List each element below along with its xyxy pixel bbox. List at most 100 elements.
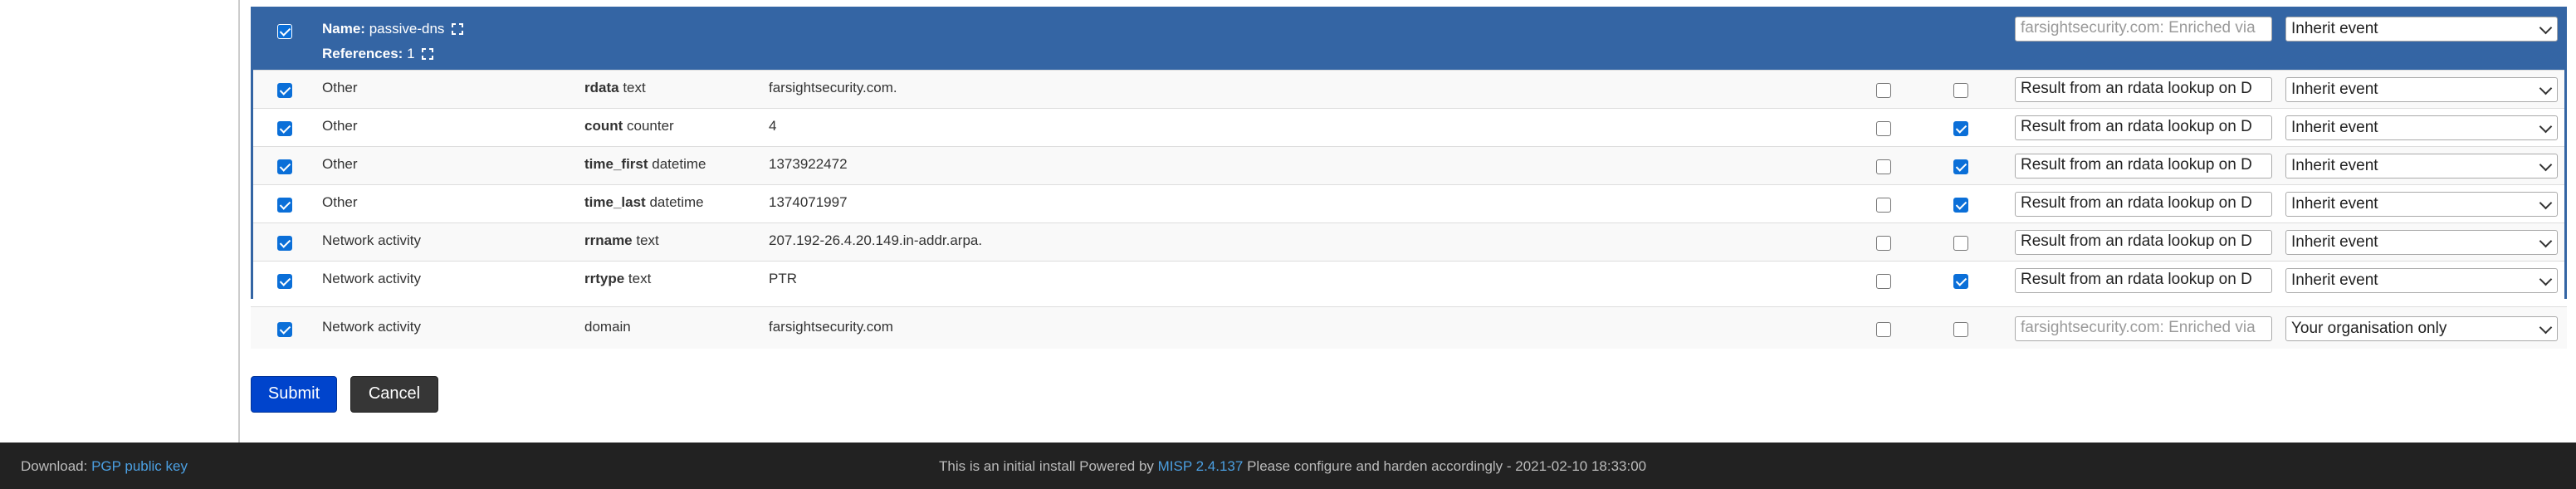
distribution-value: Your organisation only (2291, 320, 2447, 337)
distribution-select[interactable]: Inherit event (2285, 230, 2558, 255)
relation-name: time_last (584, 194, 646, 210)
footer-download: Download: PGP public key (21, 458, 188, 475)
object-select-checkbox[interactable] (277, 24, 292, 39)
comment-input[interactable]: Result from an rdata lookup on D (2015, 192, 2272, 217)
chevron-down-icon (2539, 21, 2553, 35)
distribution-value: Inherit event (2291, 271, 2378, 289)
comment-input[interactable]: Result from an rdata lookup on D (2015, 268, 2272, 293)
attribute-row: Other count counter 4 Result from an rda… (253, 108, 2564, 146)
ids-checkbox[interactable] (1876, 322, 1891, 337)
row-select-checkbox[interactable] (277, 198, 292, 213)
attribute-row: Other time_first datetime 1373922472 Res… (253, 146, 2564, 184)
distribution-value: Inherit event (2291, 233, 2378, 251)
relation-name: count (584, 118, 623, 134)
disable-correlation-checkbox[interactable] (1953, 198, 1968, 213)
relation-name: rrname (584, 232, 633, 248)
attribute-value: 4 (769, 118, 777, 134)
ids-checkbox[interactable] (1876, 83, 1891, 98)
attribute-value: farsightsecurity.com. (769, 80, 897, 95)
attribute-category: Other (322, 194, 358, 210)
object-name-value: passive-dns (369, 21, 445, 37)
disable-correlation-checkbox[interactable] (1953, 322, 1968, 337)
attribute-value: 1373922472 (769, 156, 848, 172)
distribution-value: Inherit event (2291, 81, 2378, 98)
disable-correlation-checkbox[interactable] (1953, 236, 1968, 251)
ids-checkbox[interactable] (1876, 159, 1891, 174)
attribute-value: PTR (769, 271, 797, 286)
object-name-label: Name: (322, 21, 365, 37)
object-name-line: Name: passive-dns (322, 21, 464, 37)
misp-version-link[interactable]: MISP 2.4.137 (1158, 458, 1244, 474)
distribution-select[interactable]: Inherit event (2285, 268, 2558, 293)
ids-checkbox[interactable] (1876, 121, 1891, 136)
disable-correlation-checkbox[interactable] (1953, 159, 1968, 174)
disable-correlation-checkbox[interactable] (1953, 274, 1968, 289)
attribute-type: datetime (649, 194, 704, 210)
row-select-checkbox[interactable] (277, 236, 292, 251)
attribute-category: Other (322, 156, 358, 172)
object-header: Name: passive-dns References: 1 farsight… (253, 9, 2564, 70)
distribution-value: Inherit event (2291, 119, 2378, 136)
distribution-select[interactable]: Inherit event (2285, 154, 2558, 178)
relation-name: time_first (584, 156, 648, 172)
notice-prefix: This is an initial install Powered by (939, 458, 1154, 474)
row-select-checkbox[interactable] (277, 83, 292, 98)
references-count: 1 (407, 46, 415, 61)
distribution-select[interactable]: Your organisation only (2285, 316, 2558, 341)
chevron-down-icon (2539, 158, 2553, 172)
comment-input[interactable]: farsightsecurity.com: Enriched via (2015, 316, 2272, 341)
comment-input[interactable]: Result from an rdata lookup on D (2015, 115, 2272, 140)
row-select-checkbox[interactable] (277, 159, 292, 174)
attribute-type: text (636, 232, 659, 248)
cancel-button[interactable]: Cancel (350, 376, 438, 413)
attribute-relation: rrtype text (584, 271, 651, 287)
chevron-down-icon (2539, 120, 2553, 134)
attribute-value: 207.192-26.4.20.149.in-addr.arpa. (769, 232, 983, 248)
distribution-value: Inherit event (2291, 195, 2378, 213)
distribution-select[interactable]: Inherit event (2285, 192, 2558, 217)
attribute-type: text (628, 271, 652, 286)
comment-input[interactable]: Result from an rdata lookup on D (2015, 77, 2272, 102)
download-label: Download: (21, 458, 88, 474)
expand-icon[interactable] (452, 23, 464, 35)
row-select-checkbox[interactable] (277, 322, 292, 337)
distribution-value: Inherit event (2291, 157, 2378, 174)
submit-button[interactable]: Submit (251, 376, 337, 413)
attribute-category: Network activity (322, 271, 422, 286)
attribute-row: Other rdata text farsightsecurity.com. R… (253, 70, 2564, 108)
chevron-down-icon (2539, 81, 2553, 95)
row-select-checkbox[interactable] (277, 121, 292, 136)
attribute-relation: rdata text (584, 80, 646, 96)
chevron-down-icon (2539, 272, 2553, 286)
chevron-down-icon (2539, 234, 2553, 248)
footer-notice: This is an initial install Powered by MI… (939, 458, 1646, 475)
ids-checkbox[interactable] (1876, 198, 1891, 213)
attribute-category: Other (322, 80, 358, 95)
attribute-row: Network activity rrtype text PTR Result … (253, 261, 2564, 299)
distribution-select[interactable]: Inherit event (2285, 115, 2558, 140)
pgp-key-link[interactable]: PGP public key (91, 458, 188, 474)
object-comment-input[interactable]: farsightsecurity.com: Enriched via (2015, 17, 2272, 42)
relation-name: rrtype (584, 271, 625, 286)
chevron-down-icon (2539, 320, 2553, 335)
ids-checkbox[interactable] (1876, 274, 1891, 289)
attribute-type: domain (584, 319, 631, 335)
ids-checkbox[interactable] (1876, 236, 1891, 251)
disable-correlation-checkbox[interactable] (1953, 83, 1968, 98)
attribute-value: farsightsecurity.com (769, 319, 893, 335)
comment-input[interactable]: Result from an rdata lookup on D (2015, 230, 2272, 255)
notice-suffix: Please configure and harden accordingly … (1247, 458, 1647, 474)
disable-correlation-checkbox[interactable] (1953, 121, 1968, 136)
chevron-down-icon (2539, 196, 2553, 210)
references-label: References: (322, 46, 403, 61)
relation-name: rdata (584, 80, 619, 95)
row-select-checkbox[interactable] (277, 274, 292, 289)
attribute-type: counter (627, 118, 674, 134)
comment-input[interactable]: Result from an rdata lookup on D (2015, 154, 2272, 178)
expand-icon[interactable] (422, 48, 434, 60)
distribution-select[interactable]: Inherit event (2285, 77, 2558, 102)
attribute-category: Network activity (322, 232, 422, 248)
left-sidebar (0, 0, 240, 443)
object-distribution-select[interactable]: Inherit event (2285, 17, 2558, 42)
attribute-relation: time_first datetime (584, 156, 706, 173)
